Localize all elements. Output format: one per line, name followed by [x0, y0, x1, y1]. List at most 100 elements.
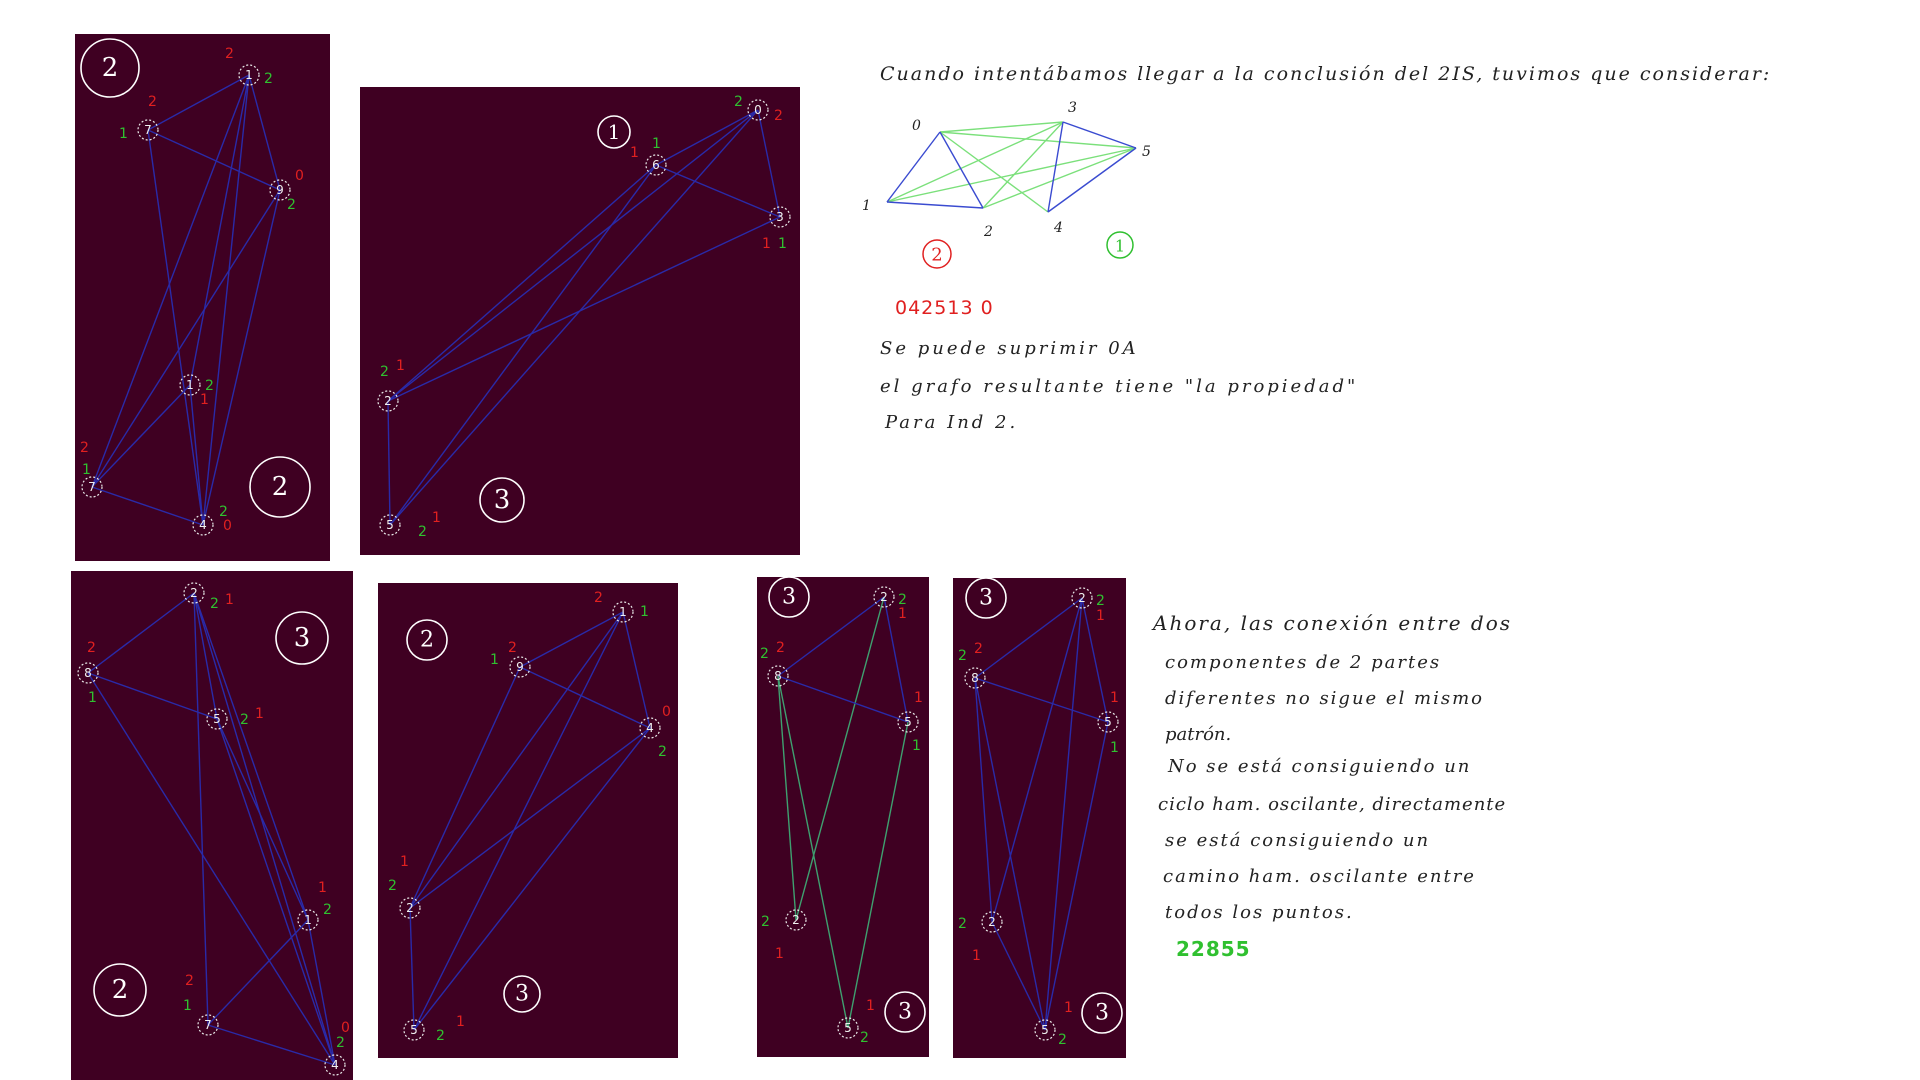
node-label: 2	[190, 586, 198, 600]
node-tag: 1	[762, 236, 771, 252]
edge	[939, 131, 1049, 213]
note-line: Para Ind 2.	[884, 412, 1018, 433]
circled-number-text: 3	[1095, 1001, 1109, 1026]
top-notes: Cuando intentábamos llegar a la conclusi…	[862, 63, 1771, 433]
node-tag: 1	[456, 1014, 465, 1030]
edge	[1062, 121, 1137, 149]
node-tag: 1	[640, 604, 649, 620]
graph-panel-5: 2 8 5 2 5 3 3 2 1 2 2 1 1 2 1 1 2	[757, 576, 929, 1057]
node-label: 2	[880, 590, 888, 604]
circled-number-text: 2	[272, 472, 289, 502]
circled-number-text: 2	[420, 628, 434, 653]
node-tag: 1	[183, 998, 192, 1014]
node-tag: 2	[958, 648, 967, 664]
circled-number-text: 2	[102, 53, 119, 83]
node-tag: 1	[972, 948, 981, 964]
node-tag: 1	[396, 358, 405, 374]
node-label: 9	[516, 660, 524, 674]
node-tag: 1	[652, 136, 661, 152]
node-tag: 2	[264, 71, 273, 87]
graph-panel-6: 2 8 5 2 5 3 3 2 1 2 2 1 1 2 1 1 2	[953, 577, 1126, 1058]
node-label: 1	[186, 378, 194, 392]
node-tag: 2	[1096, 593, 1105, 609]
node-tag: 1	[866, 998, 875, 1014]
node-tag: 2	[210, 596, 219, 612]
node-label: 8	[971, 671, 979, 685]
node-tag: 2	[761, 914, 770, 930]
graph-panel-4: 1 9 4 2 5 2 3 2 1 1 2 0 2 1 2 2 1	[378, 583, 678, 1058]
node-tag: 2	[185, 973, 194, 989]
node-tag: 1	[119, 126, 128, 142]
circled-number-text: 3	[294, 623, 311, 653]
node-tag: 2	[148, 94, 157, 110]
node-label: 7	[88, 480, 96, 494]
node-tag: 1	[432, 510, 441, 526]
note-line: componentes de 2 partes	[1165, 652, 1441, 673]
note-line: camino ham. oscilante entre	[1163, 866, 1476, 887]
node-tag: 2	[658, 744, 667, 760]
node-tag: 2	[388, 878, 397, 894]
node-tag: 1	[1064, 1000, 1073, 1016]
mini-node-label: 1	[862, 198, 871, 214]
node-tag: 2	[958, 916, 967, 932]
node-tag: 1	[775, 946, 784, 962]
node-tag: 2	[418, 524, 427, 540]
mini-graph: 0 1 2 3 4 5	[862, 100, 1151, 240]
node-tag: 2	[287, 197, 296, 213]
note-line: diferentes no sigue el mismo	[1165, 688, 1484, 709]
node-label: 3	[776, 210, 784, 224]
node-tag: 1	[778, 236, 787, 252]
node-label: 5	[1041, 1023, 1049, 1037]
node-tag: 2	[87, 640, 96, 656]
note-line: el grafo resultante tiene "la propiedad"	[880, 376, 1358, 397]
node-label: 2	[1078, 591, 1086, 605]
circled-number-text: 1	[1115, 237, 1125, 256]
node-tag: 1	[912, 738, 921, 754]
node-tag: 1	[898, 606, 907, 622]
note-line: Cuando intentábamos llegar a la conclusi…	[880, 63, 1771, 85]
panel-background	[75, 34, 330, 561]
note-line: Ahora, las conexión entre dos	[1151, 611, 1512, 635]
node-tag: 2	[323, 902, 332, 918]
sequence-text: 22855	[1176, 937, 1251, 961]
mini-node-label: 3	[1068, 100, 1077, 116]
edge	[939, 131, 1137, 149]
circled-number-text: 3	[494, 485, 511, 515]
circled-number: 1	[1106, 231, 1134, 259]
node-tag: 1	[82, 462, 91, 478]
node-tag: 2	[774, 108, 783, 124]
circled-number-text: 3	[782, 585, 796, 610]
note-line: No se está consiguiendo un	[1167, 756, 1471, 777]
node-tag: 2	[974, 641, 983, 657]
node-tag: 2	[760, 646, 769, 662]
note-line: Se puede suprimir 0A	[880, 338, 1139, 359]
node-tag: 1	[400, 854, 409, 870]
circled-number: 2	[922, 239, 952, 269]
node-tag: 2	[1058, 1032, 1067, 1048]
node-tag: 2	[225, 46, 234, 62]
node-tag: 1	[225, 592, 234, 608]
node-label: 7	[204, 1018, 212, 1032]
node-tag: 1	[490, 652, 499, 668]
node-tag: 0	[662, 704, 671, 720]
mini-node-label: 2	[983, 224, 993, 240]
node-tag: 0	[341, 1020, 350, 1036]
note-line: patrón.	[1165, 724, 1231, 745]
edge	[886, 131, 941, 203]
edge	[982, 147, 1137, 209]
node-tag: 1	[1110, 690, 1119, 706]
node-label: 2	[406, 901, 414, 915]
node-tag: 0	[223, 518, 232, 534]
graph-panel-2: 0 6 3 2 5 1 3 2 2 1 1 1 1 2 1 2 1	[360, 87, 800, 555]
node-label: 4	[331, 1058, 339, 1072]
note-line: ciclo ham. oscilante, directamente	[1158, 794, 1506, 815]
node-tag: 1	[88, 690, 97, 706]
node-label: 2	[384, 394, 392, 408]
node-tag: 2	[436, 1028, 445, 1044]
mini-node-label: 0	[912, 118, 921, 134]
node-tag: 1	[200, 392, 209, 408]
note-line: todos los puntos.	[1165, 902, 1354, 923]
circled-number-text: 2	[931, 245, 942, 266]
graph-panel-3: 2 8 5 1 7 4 3 2 2 1 2 1 2 1 1 2 2 1 0 2	[71, 571, 353, 1080]
node-label: 0	[754, 103, 762, 117]
